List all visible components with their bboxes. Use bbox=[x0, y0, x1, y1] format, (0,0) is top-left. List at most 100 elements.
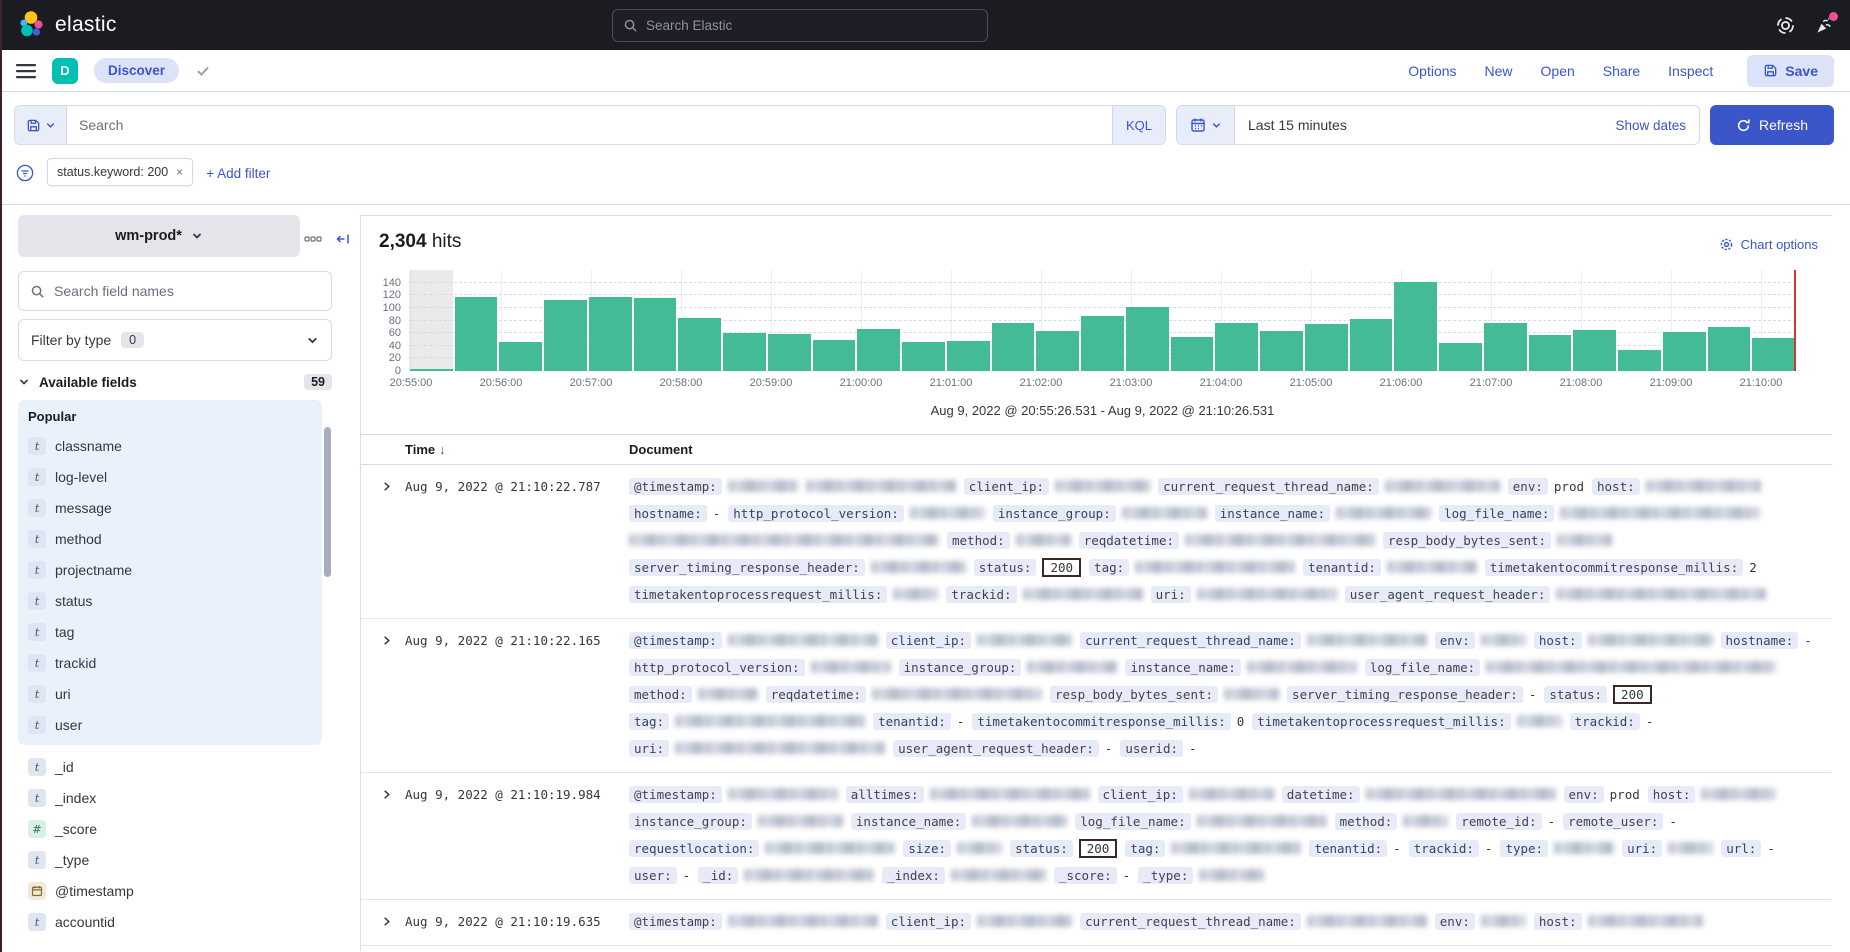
nav-link-inspect[interactable]: Inspect bbox=[1668, 63, 1713, 79]
refresh-icon bbox=[1736, 118, 1751, 133]
collapse-sidebar-icon[interactable] bbox=[335, 231, 351, 247]
save-button[interactable]: Save bbox=[1747, 55, 1834, 87]
doc-token: tenantid: bbox=[1303, 558, 1477, 576]
field-item-status[interactable]: tstatus bbox=[28, 585, 312, 616]
expand-row-button[interactable] bbox=[361, 912, 405, 930]
breadcrumb-discover[interactable]: Discover bbox=[94, 58, 179, 83]
histogram-bar[interactable] bbox=[455, 297, 498, 371]
histogram-bar[interactable] bbox=[1260, 331, 1303, 371]
elastic-home-link[interactable]: elastic bbox=[16, 10, 117, 40]
histogram-bar[interactable] bbox=[499, 342, 542, 371]
histogram-bar[interactable] bbox=[1171, 337, 1214, 371]
date-quick-select-button[interactable] bbox=[1177, 106, 1235, 144]
histogram-bar[interactable] bbox=[1215, 323, 1258, 372]
text-type-icon: t bbox=[28, 499, 46, 517]
available-fields-accordion[interactable]: Available fields 59 bbox=[18, 374, 332, 390]
global-search[interactable] bbox=[612, 9, 988, 42]
field-item-projectname[interactable]: tprojectname bbox=[28, 554, 312, 585]
redacted-value bbox=[1366, 788, 1556, 800]
histogram-bar[interactable] bbox=[1350, 319, 1393, 371]
histogram-bar[interactable] bbox=[813, 340, 856, 371]
histogram-bar[interactable] bbox=[1573, 330, 1616, 371]
nav-link-new[interactable]: New bbox=[1485, 63, 1513, 79]
histogram-bar[interactable] bbox=[1529, 335, 1572, 371]
global-search-input[interactable] bbox=[646, 18, 977, 33]
field-item-_type[interactable]: t_type bbox=[28, 844, 312, 875]
chart-options-button[interactable]: Chart options bbox=[1719, 237, 1818, 252]
histogram-bar[interactable] bbox=[992, 323, 1035, 372]
expand-row-button[interactable] bbox=[361, 631, 405, 757]
field-item-uri[interactable]: turi bbox=[28, 678, 312, 709]
x-tick-label: 20:56:00 bbox=[480, 377, 523, 389]
field-item-classname[interactable]: tclassname bbox=[28, 430, 312, 461]
histogram-bar[interactable] bbox=[1126, 307, 1169, 371]
field-item-_index[interactable]: t_index bbox=[28, 782, 312, 813]
doc-token: host: bbox=[1534, 631, 1713, 649]
histogram-bar[interactable] bbox=[1663, 332, 1706, 371]
expand-row-button[interactable] bbox=[361, 477, 405, 603]
field-item-trackid[interactable]: ttrackid bbox=[28, 647, 312, 678]
field-item-accountid[interactable]: taccountid bbox=[28, 906, 312, 937]
histogram-bar[interactable] bbox=[1752, 338, 1795, 371]
nav-link-open[interactable]: Open bbox=[1541, 63, 1575, 79]
field-item-message[interactable]: tmessage bbox=[28, 492, 312, 523]
histogram-bar[interactable] bbox=[1618, 350, 1661, 371]
field-item-user[interactable]: tuser bbox=[28, 709, 312, 740]
newsfeed-icon[interactable] bbox=[1815, 16, 1834, 35]
redacted-value bbox=[811, 661, 891, 673]
histogram-bar[interactable] bbox=[947, 341, 990, 371]
remove-filter-icon[interactable]: × bbox=[176, 165, 183, 179]
filter-pill-status-keyword[interactable]: status.keyword: 200 × bbox=[47, 158, 193, 186]
help-icon[interactable] bbox=[1776, 16, 1795, 35]
field-item-tag[interactable]: ttag bbox=[28, 616, 312, 647]
histogram-bar[interactable] bbox=[1305, 324, 1348, 371]
doc-token: client_ip: bbox=[886, 631, 1072, 649]
field-item-method[interactable]: tmethod bbox=[28, 523, 312, 554]
refresh-button[interactable]: Refresh bbox=[1710, 105, 1834, 145]
saved-queries-button[interactable] bbox=[15, 106, 67, 144]
filter-menu-icon[interactable] bbox=[16, 164, 34, 182]
nav-link-share[interactable]: Share bbox=[1603, 63, 1640, 79]
show-dates-link[interactable]: Show dates bbox=[1615, 118, 1699, 133]
histogram-plot[interactable] bbox=[409, 270, 1796, 371]
field-item-@timestamp[interactable]: @timestamp bbox=[28, 875, 312, 906]
field-item-log-level[interactable]: tlog-level bbox=[28, 461, 312, 492]
histogram-bar[interactable] bbox=[1036, 331, 1079, 371]
histogram-bar[interactable] bbox=[589, 297, 632, 371]
histogram-bar[interactable] bbox=[410, 369, 453, 371]
filter-by-type-select[interactable]: Filter by type 0 bbox=[18, 319, 332, 361]
field-search-input[interactable] bbox=[54, 283, 320, 299]
top-nav-links: Options New Open Share Inspect bbox=[1408, 63, 1713, 79]
field-value: - bbox=[1105, 741, 1113, 756]
histogram-bar[interactable] bbox=[678, 318, 721, 371]
field-search[interactable] bbox=[18, 271, 332, 311]
time-range-value[interactable]: Last 15 minutes bbox=[1235, 117, 1347, 133]
histogram-bar[interactable] bbox=[1439, 343, 1482, 371]
field-name: _type bbox=[55, 852, 89, 868]
sidebar-scrollbar[interactable] bbox=[324, 427, 331, 577]
histogram-bar[interactable] bbox=[723, 333, 766, 371]
histogram-bar[interactable] bbox=[1394, 282, 1437, 371]
histogram-bar[interactable] bbox=[857, 329, 900, 371]
histogram-bar[interactable] bbox=[544, 300, 587, 371]
field-item-_score[interactable]: #_score bbox=[28, 813, 312, 844]
histogram-bar[interactable] bbox=[768, 334, 811, 371]
time-column-header[interactable]: Time ↓ bbox=[405, 442, 629, 457]
histogram-bar[interactable] bbox=[1708, 327, 1751, 371]
histogram-bar[interactable] bbox=[902, 342, 945, 371]
nav-link-options[interactable]: Options bbox=[1408, 63, 1456, 79]
add-filter-link[interactable]: + Add filter bbox=[206, 166, 270, 181]
query-language-button[interactable]: KQL bbox=[1112, 106, 1165, 144]
redacted-value bbox=[1199, 869, 1264, 881]
doc-token: userid:- bbox=[1120, 739, 1196, 757]
menu-icon[interactable] bbox=[16, 63, 36, 79]
query-input[interactable] bbox=[67, 117, 1112, 133]
histogram-bar[interactable] bbox=[1484, 323, 1527, 371]
field-item-_id[interactable]: t_id bbox=[28, 751, 312, 782]
field-settings-icon[interactable] bbox=[304, 235, 322, 243]
index-pattern-selector[interactable]: wm-prod* bbox=[18, 215, 300, 257]
expand-row-button[interactable] bbox=[361, 785, 405, 884]
redacted-value bbox=[698, 688, 758, 700]
histogram-bar[interactable] bbox=[634, 298, 677, 371]
histogram-bar[interactable] bbox=[1081, 316, 1124, 371]
